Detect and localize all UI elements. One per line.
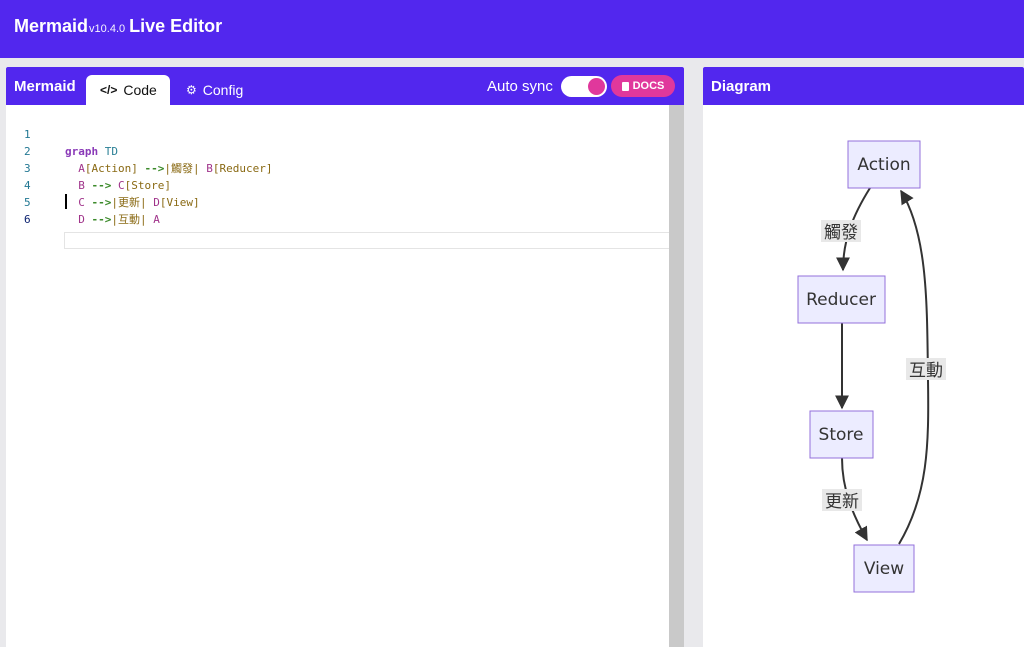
book-icon xyxy=(621,81,629,91)
code-line: 4 C -->|更新| D[View] xyxy=(6,160,669,209)
editor-panel-header: Mermaid </> Code ⚙ Config Auto sync DOCS xyxy=(6,67,684,105)
line-number: 6 xyxy=(24,213,31,226)
diagram-panel: Diagram 觸發 更新 互動 Action Reducer Store Vi… xyxy=(703,67,1024,647)
node-reducer-label: Reducer xyxy=(806,290,876,310)
diagram-canvas[interactable]: 觸發 更新 互動 Action Reducer Store View xyxy=(703,105,1024,647)
node-action[interactable]: Action xyxy=(847,140,921,189)
edge-label-update: 更新 xyxy=(825,492,859,512)
node-action-label: Action xyxy=(857,155,910,175)
current-line-highlight xyxy=(64,232,682,249)
tab-code[interactable]: </> Code xyxy=(86,75,170,105)
node-view-label: View xyxy=(864,559,904,579)
node-reducer[interactable]: Reducer xyxy=(797,275,886,324)
tab-config-label: Config xyxy=(202,82,244,98)
edge-label-trigger: 觸發 xyxy=(824,223,858,243)
edge-label-interact: 互動 xyxy=(909,361,943,381)
code-line: 2 A[Action] -->|觸發| B[Reducer] xyxy=(6,126,669,175)
diagram-panel-header: Diagram xyxy=(703,67,1024,105)
app-title-suffix: Live Editor xyxy=(129,16,223,36)
code-line: 6 xyxy=(6,194,669,226)
toggle-knob xyxy=(588,78,605,95)
auto-sync-toggle[interactable] xyxy=(561,76,607,97)
diagram-panel-title: Diagram xyxy=(711,78,772,95)
code-line: 1 graph TD xyxy=(6,109,669,158)
top-bar: Mermaid v10.4.0 Live Editor xyxy=(0,0,1024,58)
app-version: v10.4.0 xyxy=(89,23,126,35)
text-caret xyxy=(65,194,67,209)
app-name: Mermaid xyxy=(14,16,89,36)
node-store[interactable]: Store xyxy=(809,410,874,459)
editor-panel-title: Mermaid xyxy=(14,78,76,95)
tab-code-label: Code xyxy=(123,82,157,98)
editor-panel: Mermaid </> Code ⚙ Config Auto sync DOCS… xyxy=(6,67,684,647)
node-view[interactable]: View xyxy=(853,544,915,593)
docs-label: DOCS xyxy=(632,80,665,92)
gears-icon: ⚙ xyxy=(186,83,197,97)
code-editor[interactable]: 1 graph TD 2 A[Action] -->|觸發| B[Reducer… xyxy=(6,105,682,647)
docs-button[interactable]: DOCS xyxy=(611,75,675,97)
node-store-label: Store xyxy=(819,425,864,445)
editor-scrollbar[interactable] xyxy=(669,105,684,647)
app-brand: Mermaid v10.4.0 Live Editor xyxy=(14,16,222,37)
code-line: 5 D -->|互動| A xyxy=(6,177,669,226)
code-text: D -->|互動| A xyxy=(78,213,160,226)
code-icon: </> xyxy=(100,83,118,97)
tab-config[interactable]: ⚙ Config xyxy=(172,75,268,105)
code-line: 3 B --> C[Store] xyxy=(6,143,669,192)
auto-sync-label: Auto sync xyxy=(487,78,553,95)
